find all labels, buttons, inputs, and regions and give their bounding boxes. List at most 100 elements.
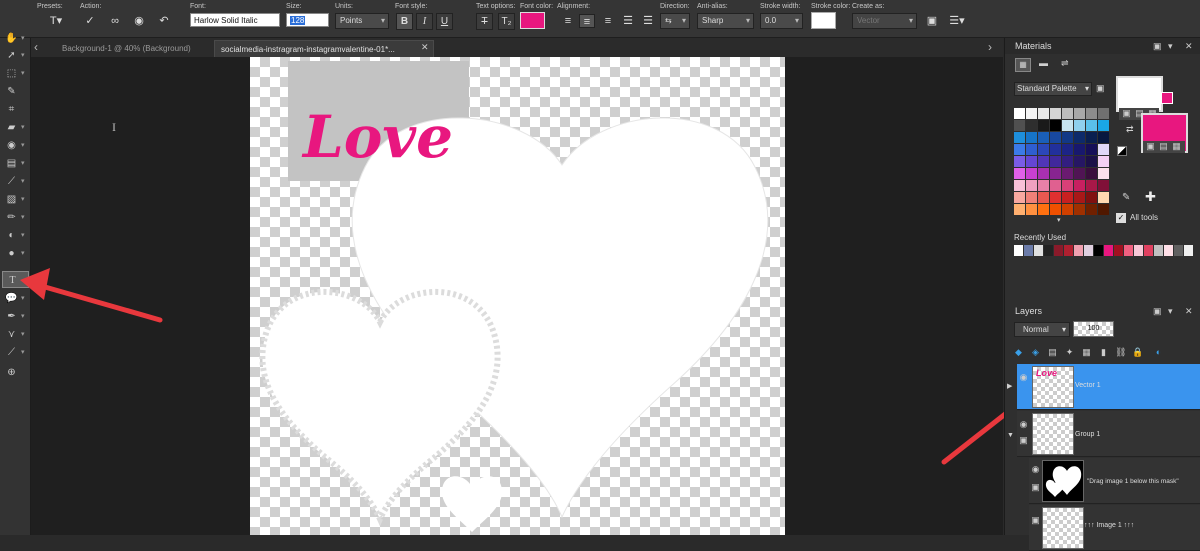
palette-swatch[interactable] — [1086, 192, 1097, 203]
straighten-tool[interactable]: ▰ ▾ — [2, 119, 29, 136]
dodge-tool[interactable]: ◐ ▾ — [2, 227, 29, 244]
palette-swatch[interactable] — [1074, 132, 1085, 143]
palette-swatch[interactable] — [1062, 120, 1073, 131]
recent-color-swatch[interactable] — [1144, 245, 1153, 256]
panel-menu-icon[interactable]: ▾ — [1168, 303, 1173, 319]
palette-swatch[interactable] — [1062, 108, 1073, 119]
palette-swatch[interactable] — [1062, 180, 1073, 191]
recent-color-swatch[interactable] — [1044, 245, 1053, 256]
palette-swatch[interactable] — [1050, 144, 1061, 155]
palette-swatch[interactable] — [1062, 156, 1073, 167]
pan-tool[interactable]: ✋ ▾ — [2, 30, 29, 47]
palette-swatch[interactable] — [1026, 132, 1037, 143]
pick-tool[interactable]: ➚ ▾ — [2, 47, 29, 64]
font-select[interactable]: Harlow Solid Italic — [190, 13, 280, 27]
adjustment-layer-icon[interactable]: ✦ — [1064, 347, 1075, 358]
new-raster-layer-icon[interactable]: ◆ — [1013, 347, 1024, 358]
palette-swatch[interactable] — [1014, 180, 1025, 191]
red-eye-tool[interactable]: ◉ ▾ — [2, 137, 29, 154]
selection-tool[interactable]: ⬚ ▾ — [2, 65, 29, 82]
palette-swatch[interactable] — [1050, 108, 1061, 119]
recent-color-swatch[interactable] — [1084, 245, 1093, 256]
palette-swatch[interactable] — [1026, 168, 1037, 179]
chevron-down-icon[interactable]: ▾ — [1057, 216, 1061, 224]
warp-tool[interactable]: ⋎ ▾ — [2, 326, 29, 343]
close-panel-icon[interactable]: ✕ — [1185, 303, 1193, 319]
palette-swatch[interactable] — [1086, 180, 1097, 191]
pencil-tool[interactable]: ✏ ▾ — [2, 209, 29, 226]
default-colors-icon[interactable] — [1117, 146, 1127, 156]
palette-swatch[interactable] — [1074, 156, 1085, 167]
save-preset-icon[interactable]: ▣ — [924, 14, 940, 28]
palette-swatch[interactable] — [1098, 108, 1109, 119]
retouch-tool[interactable]: ⟋ ▾ — [2, 344, 29, 361]
swap-colors-icon[interactable]: ⇄ — [1126, 124, 1134, 135]
layer-styles-icon[interactable]: ◐ — [1153, 347, 1164, 358]
color-palette-grid[interactable] — [1014, 108, 1110, 216]
align-right-icon[interactable]: ≡ — [600, 14, 616, 28]
palette-swatch[interactable] — [1050, 180, 1061, 191]
palette-swatch[interactable] — [1038, 204, 1049, 215]
align-left-icon[interactable]: ≡ — [560, 14, 576, 28]
expand-layer-icon[interactable]: ▶ — [1007, 382, 1012, 390]
palette-swatch[interactable] — [1014, 120, 1025, 131]
layer-image-1[interactable]: ▣ ↑↑↑ Image 1 ↑↑↑ — [1029, 505, 1200, 551]
palette-swatch[interactable] — [1026, 120, 1037, 131]
palette-swatch[interactable] — [1074, 168, 1085, 179]
delete-layer-icon[interactable]: ▮ — [1098, 347, 1109, 358]
palette-swatch[interactable] — [1098, 120, 1109, 131]
recent-color-swatch[interactable] — [1024, 245, 1033, 256]
align-justify-icon[interactable]: ☰ — [620, 14, 636, 28]
palette-dropdown[interactable]: Standard Palette ▾ — [1014, 82, 1092, 96]
palette-swatch[interactable] — [1074, 204, 1085, 215]
layer-mask[interactable]: ◉ ▣ "Drag image 1 below this mask" — [1029, 458, 1200, 504]
tab-scroll-left-icon[interactable]: ‹ — [34, 40, 38, 54]
create-as-select[interactable]: Vector — [852, 13, 917, 29]
palette-swatch[interactable] — [1014, 108, 1025, 119]
recent-color-swatch[interactable] — [1174, 245, 1183, 256]
palette-swatch[interactable] — [1086, 144, 1097, 155]
palette-swatch[interactable] — [1086, 108, 1097, 119]
visibility-eye-icon[interactable]: ◉ — [1018, 372, 1029, 383]
pattern-view-icon[interactable]: ⇌ — [1061, 58, 1069, 69]
mask-icon[interactable]: ▦ — [1081, 347, 1092, 358]
foreground-color-swatch[interactable] — [1116, 76, 1163, 112]
size-field[interactable]: 128 — [286, 13, 329, 27]
blend-mode-select[interactable]: Normal ▾ — [1014, 322, 1070, 337]
palette-swatch[interactable] — [1050, 204, 1061, 215]
palette-swatch[interactable] — [1050, 156, 1061, 167]
pen-tool[interactable]: ✒ ▾ — [2, 308, 29, 325]
palette-swatch[interactable] — [1014, 156, 1025, 167]
palette-swatch[interactable] — [1050, 168, 1061, 179]
palette-swatch[interactable] — [1038, 156, 1049, 167]
more-options-icon[interactable]: ☰▾ — [947, 14, 967, 28]
add-tool[interactable]: ⊕ — [2, 364, 29, 381]
close-tab-icon[interactable]: ✕ — [421, 42, 429, 53]
recent-color-swatch[interactable] — [1104, 245, 1113, 256]
palette-swatch[interactable] — [1086, 204, 1097, 215]
lock-icon[interactable]: 🔒 — [1132, 347, 1143, 358]
palette-swatch[interactable] — [1038, 192, 1049, 203]
palette-swatch[interactable] — [1026, 144, 1037, 155]
palette-view-icon[interactable]: ▦ — [1015, 58, 1031, 72]
gradient-tool[interactable]: ▨ ▾ — [2, 191, 29, 208]
image-workspace[interactable]: I Love — [20, 57, 1034, 535]
all-tools-checkbox[interactable]: ✓ — [1116, 213, 1126, 223]
panel-options-icon[interactable]: ▣ — [1153, 38, 1162, 54]
visibility-eye-icon[interactable]: ◉ — [1030, 464, 1041, 475]
recent-color-swatch[interactable] — [1184, 245, 1193, 256]
recent-colors-row[interactable] — [1014, 245, 1199, 256]
palette-swatch[interactable] — [1098, 204, 1109, 215]
link-icon[interactable]: ⛓ — [1115, 347, 1126, 358]
recent-color-swatch[interactable] — [1164, 245, 1173, 256]
bold-button[interactable]: B — [396, 13, 413, 30]
eyedropper-icon[interactable]: ✎ — [1122, 192, 1130, 203]
recent-color-swatch[interactable] — [1134, 245, 1143, 256]
palette-swatch[interactable] — [1050, 120, 1061, 131]
palette-swatch[interactable] — [1098, 168, 1109, 179]
palette-options-icon[interactable]: ▣ — [1096, 83, 1105, 94]
tab-background-1[interactable]: Background-1 @ 40% (Background) — [56, 40, 197, 57]
palette-swatch[interactable] — [1098, 132, 1109, 143]
text-preset-icon[interactable]: T▾ — [46, 14, 66, 28]
palette-swatch[interactable] — [1098, 192, 1109, 203]
